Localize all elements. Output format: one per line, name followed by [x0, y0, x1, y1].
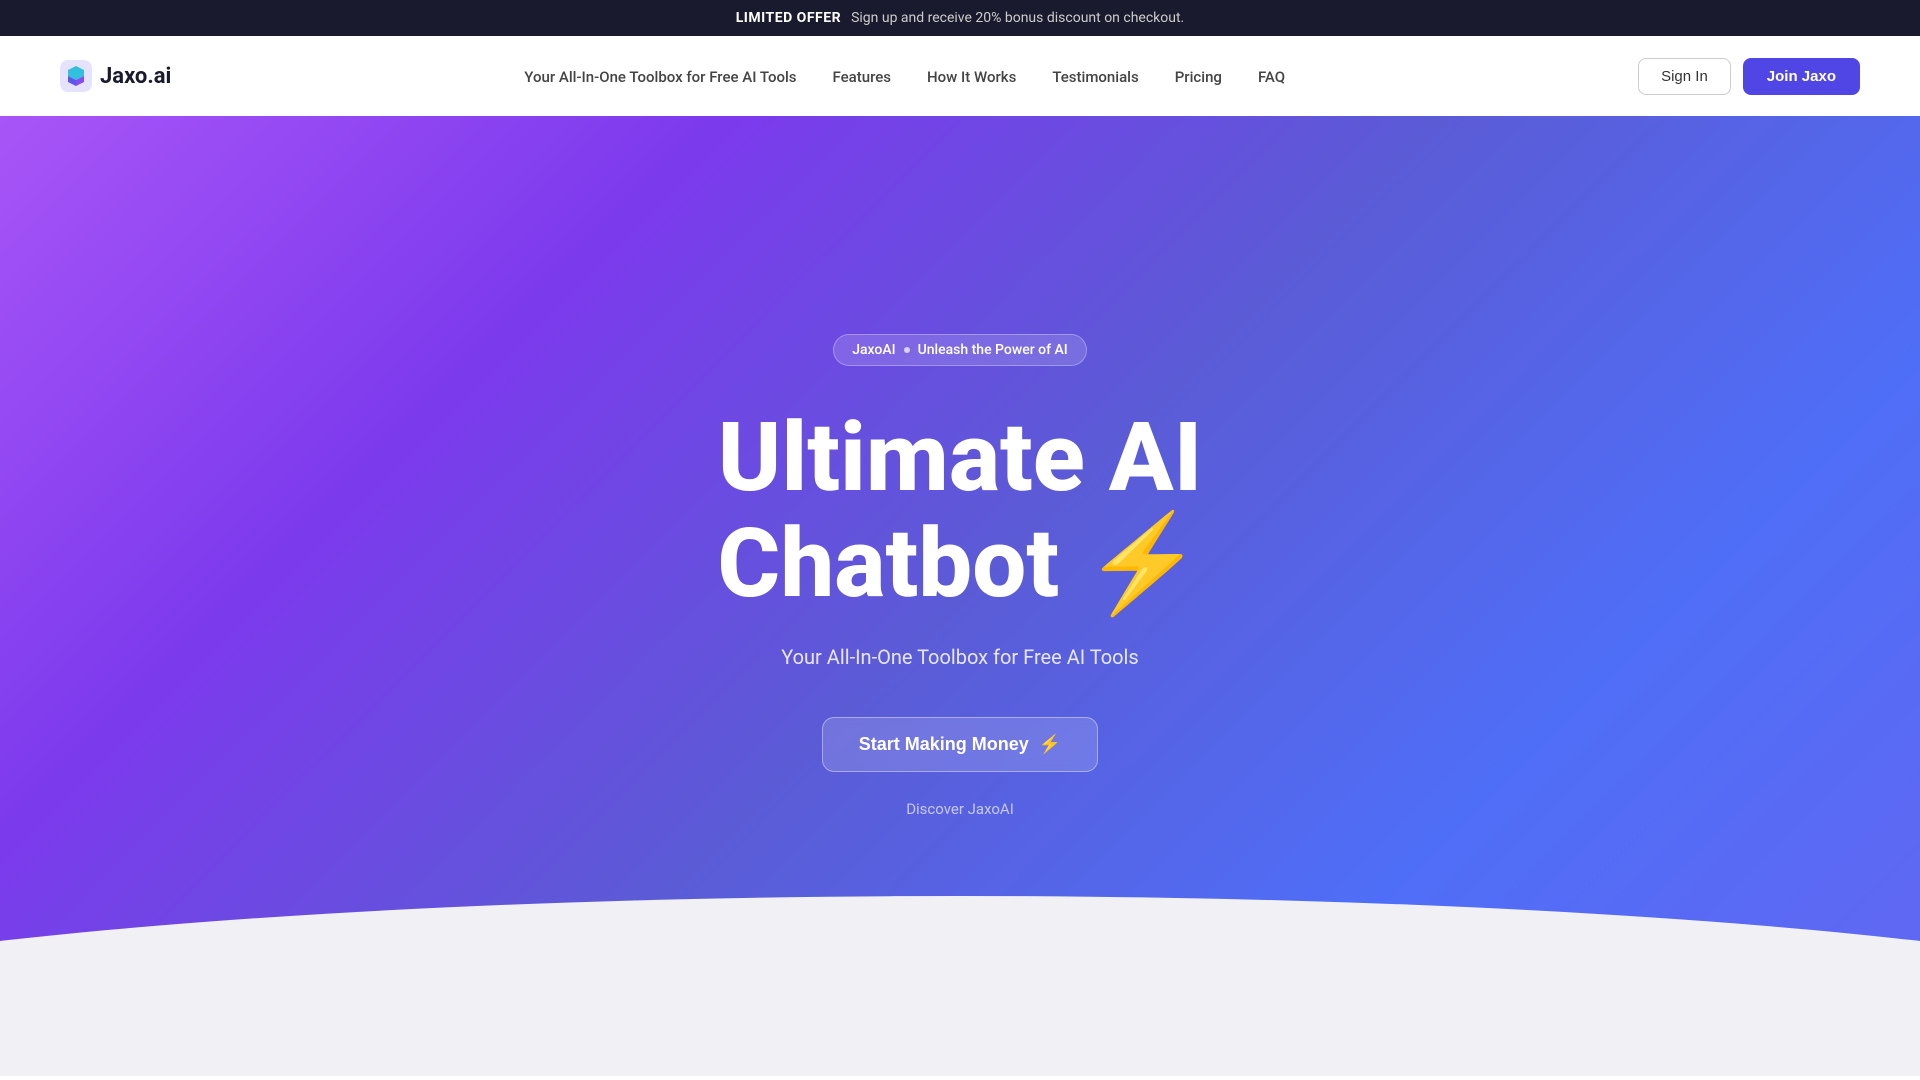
cta-icon: ⚡ [1039, 734, 1061, 755]
logo[interactable]: Jaxo.ai [60, 60, 171, 92]
nav-item-testimonials[interactable]: Testimonials [1052, 67, 1138, 86]
nav-link-faq[interactable]: FAQ [1258, 68, 1285, 86]
hero-title: Ultimate AI Chatbot ⚡ [717, 406, 1202, 617]
cta-button[interactable]: Start Making Money ⚡ [822, 717, 1098, 772]
announcement-bar: LIMITED OFFER Sign up and receive 20% bo… [0, 0, 1920, 36]
hero-subtitle: Your All-In-One Toolbox for Free AI Tool… [781, 645, 1138, 669]
logo-text: Jaxo.ai [100, 64, 171, 89]
hero-title-line1: Ultimate AI [718, 402, 1203, 514]
offer-label: LIMITED OFFER [736, 10, 841, 26]
logo-icon [60, 60, 92, 92]
hero-title-line2: Chatbot [717, 508, 1059, 620]
nav-item-how-it-works[interactable]: How It Works [927, 67, 1016, 86]
nav-actions: Sign In Join Jaxo [1638, 58, 1860, 95]
nav-item-faq[interactable]: FAQ [1258, 67, 1285, 86]
discover-link[interactable]: Discover JaxoAI [906, 800, 1014, 818]
cta-label: Start Making Money [859, 734, 1029, 755]
nav-link-toolbox[interactable]: Your All-In-One Toolbox for Free AI Tool… [524, 68, 796, 86]
navbar: Jaxo.ai Your All-In-One Toolbox for Free… [0, 36, 1920, 116]
nav-link-features[interactable]: Features [833, 68, 891, 86]
nav-link-pricing[interactable]: Pricing [1175, 68, 1222, 86]
badge-dot [904, 347, 910, 353]
signin-button[interactable]: Sign In [1638, 58, 1731, 95]
lightning-icon: ⚡ [1083, 512, 1203, 618]
nav-item-toolbox[interactable]: Your All-In-One Toolbox for Free AI Tool… [524, 67, 796, 86]
hero-section: JaxoAI Unleash the Power of AI Ultimate … [0, 116, 1920, 1076]
hero-badge: JaxoAI Unleash the Power of AI [833, 334, 1087, 366]
offer-text: Sign up and receive 20% bonus discount o… [851, 10, 1184, 26]
nav-item-pricing[interactable]: Pricing [1175, 67, 1222, 86]
nav-links: Your All-In-One Toolbox for Free AI Tool… [524, 67, 1285, 86]
badge-text: Unleash the Power of AI [918, 342, 1068, 358]
nav-link-testimonials[interactable]: Testimonials [1052, 68, 1138, 86]
badge-brand: JaxoAI [852, 342, 895, 358]
nav-link-how-it-works[interactable]: How It Works [927, 68, 1016, 86]
nav-item-features[interactable]: Features [833, 67, 891, 86]
join-button[interactable]: Join Jaxo [1743, 58, 1860, 95]
